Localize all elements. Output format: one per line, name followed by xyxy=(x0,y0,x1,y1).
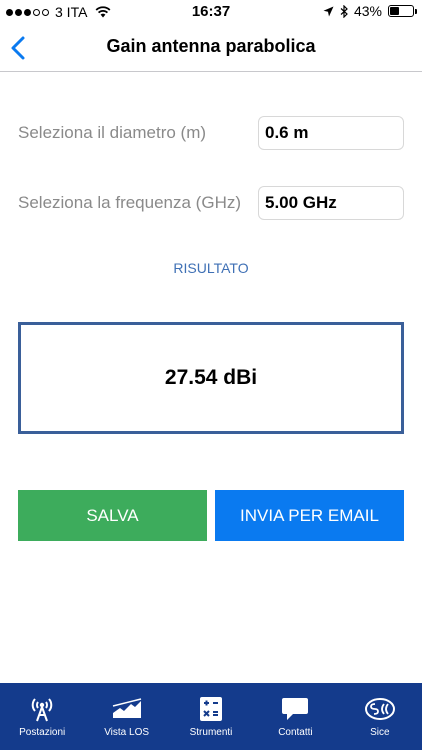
result-heading: RISULTATO xyxy=(173,260,249,276)
navigation-bar: Gain antenna parabolica xyxy=(0,24,422,72)
location-arrow-icon xyxy=(323,6,334,16)
bluetooth-icon xyxy=(340,4,348,18)
battery-percent: 43% xyxy=(353,3,382,19)
status-bar: 3 ITA 16:37 43% xyxy=(0,0,422,24)
tab-postazioni[interactable]: Postazioni xyxy=(0,683,84,750)
tab-strumenti[interactable]: Strumenti xyxy=(169,683,253,750)
diameter-field[interactable] xyxy=(258,116,404,150)
tab-bar: Postazioni Vista LOS Strumenti Contatti … xyxy=(0,683,422,750)
battery-level xyxy=(390,7,400,15)
tab-contatti[interactable]: Contatti xyxy=(253,683,337,750)
tab-label: Sice xyxy=(370,727,390,738)
chat-bubble-icon xyxy=(281,696,309,722)
result-box: 27.54 dBi xyxy=(18,322,404,434)
terrain-profile-icon xyxy=(112,696,142,722)
tab-label: Contatti xyxy=(278,727,313,738)
result-value: 27.54 dBi xyxy=(164,366,258,389)
antenna-tower-icon xyxy=(28,696,56,722)
frequency-row: Seleziona la frequenza (GHz) xyxy=(18,186,404,220)
sice-logo-icon xyxy=(364,696,396,722)
tab-sice[interactable]: Sice xyxy=(338,683,422,750)
page-title: Gain antenna parabolica xyxy=(106,36,316,56)
tab-label: Postazioni xyxy=(19,727,66,738)
tab-vista-los[interactable]: Vista LOS xyxy=(84,683,168,750)
calculator-icon xyxy=(199,696,223,722)
save-button[interactable]: SALVA xyxy=(18,490,207,541)
battery-icon xyxy=(388,5,417,17)
status-right: 43% xyxy=(323,3,417,19)
tab-label: Vista LOS xyxy=(104,727,150,738)
diameter-row: Seleziona il diametro (m) xyxy=(18,116,404,150)
frequency-field[interactable] xyxy=(258,186,404,220)
tab-label: Strumenti xyxy=(189,727,233,738)
send-email-button[interactable]: INVIA PER EMAIL xyxy=(215,490,404,541)
